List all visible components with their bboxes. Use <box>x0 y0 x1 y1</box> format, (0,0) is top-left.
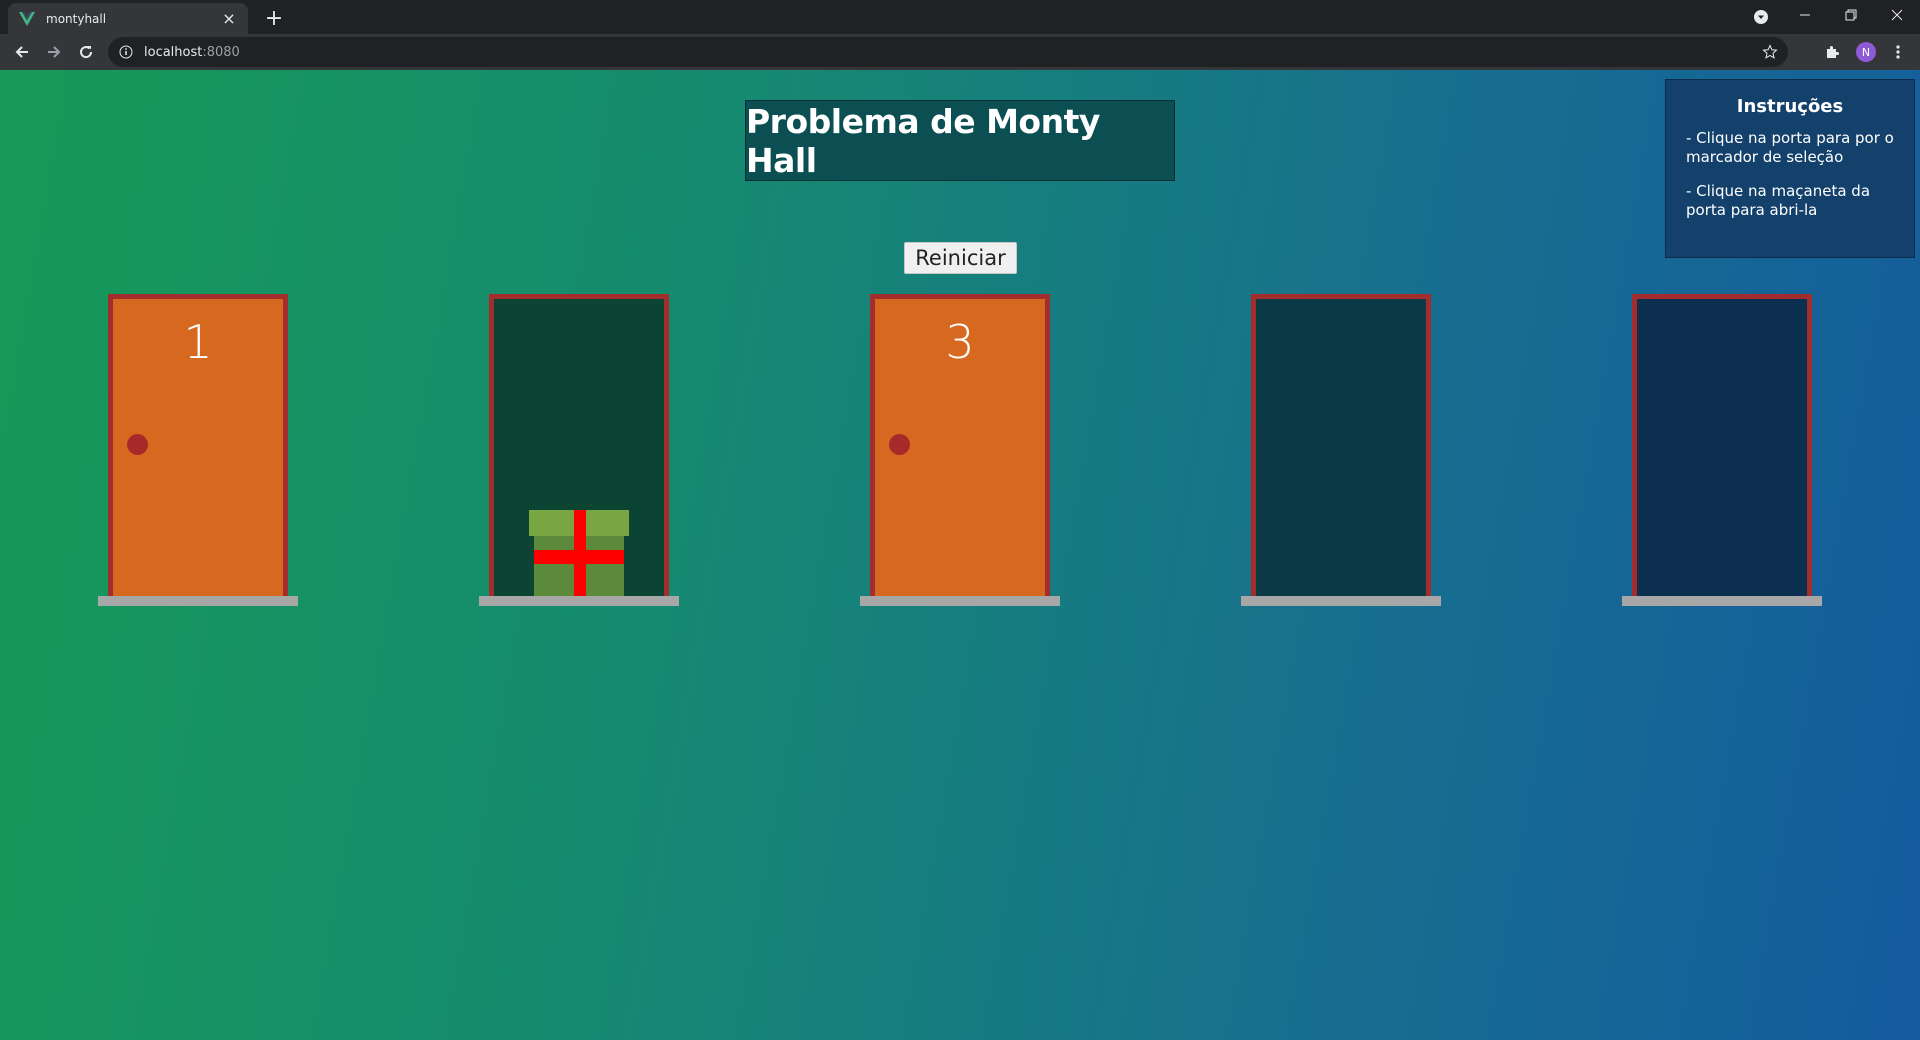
door-4 <box>1241 294 1441 607</box>
browser-toolbar: localhost:8080 N <box>0 34 1920 70</box>
gift-ribbon-vertical <box>574 510 586 596</box>
page-title: Problema de Monty Hall <box>746 101 1100 180</box>
door-5 <box>1622 294 1822 607</box>
bookmark-star-icon[interactable] <box>1760 42 1780 62</box>
tab-close-icon[interactable]: × <box>220 9 238 28</box>
url-port: :8080 <box>202 44 240 60</box>
door-floor <box>98 596 298 606</box>
door-panel[interactable]: 1 <box>108 294 288 596</box>
door-1: 1 <box>98 294 298 607</box>
door-2 <box>479 294 679 607</box>
door-floor <box>1241 596 1441 606</box>
door-3: 3 <box>860 294 1060 607</box>
info-icon[interactable] <box>118 44 134 60</box>
vue-logo-icon <box>18 10 36 28</box>
instructions-panel: Instruções - Clique na porta para por o … <box>1665 79 1915 258</box>
gift-icon <box>529 510 629 596</box>
door-knob[interactable] <box>889 434 910 455</box>
title-banner: Problema de Monty Hall <box>745 100 1175 181</box>
door-floor <box>479 596 679 606</box>
instruction-item: - Clique na porta para por o marcador de… <box>1686 129 1894 166</box>
address-bar[interactable]: localhost:8080 <box>108 37 1788 67</box>
instruction-item: - Clique na maçaneta da porta para abri-… <box>1686 182 1871 219</box>
minimize-icon[interactable] <box>1782 0 1828 30</box>
back-arrow-icon[interactable] <box>8 38 36 66</box>
door-knob[interactable] <box>127 434 148 455</box>
browser-tab[interactable]: montyhall × <box>8 3 248 34</box>
tab-title: montyhall <box>46 11 107 26</box>
profile-avatar[interactable]: N <box>1856 42 1876 62</box>
reload-icon[interactable] <box>72 38 100 66</box>
forward-arrow-icon[interactable] <box>40 38 68 66</box>
close-window-icon[interactable] <box>1874 0 1920 30</box>
door-opening[interactable] <box>1251 294 1431 596</box>
restore-icon[interactable] <box>1828 0 1874 30</box>
door-opening[interactable] <box>489 294 669 596</box>
extensions-puzzle-icon[interactable] <box>1822 42 1842 62</box>
browser-tabstrip: montyhall × + <box>0 0 1920 34</box>
kebab-menu-icon[interactable] <box>1888 42 1908 62</box>
instructions-heading: Instruções <box>1736 96 1844 117</box>
url-host: localhost <box>144 44 203 60</box>
door-number: 3 <box>945 315 975 369</box>
media-control-icon[interactable] <box>1750 6 1772 28</box>
page-viewport: Problema de Monty Hall Instruções - Cliq… <box>0 70 1920 1040</box>
door-floor <box>1622 596 1822 606</box>
door-number: 1 <box>183 315 213 369</box>
door-floor <box>860 596 1060 606</box>
door-opening[interactable] <box>1632 294 1812 596</box>
door-panel[interactable]: 3 <box>870 294 1050 596</box>
new-tab-icon[interactable]: + <box>260 4 288 32</box>
restart-button[interactable]: Reiniciar <box>904 242 1017 274</box>
